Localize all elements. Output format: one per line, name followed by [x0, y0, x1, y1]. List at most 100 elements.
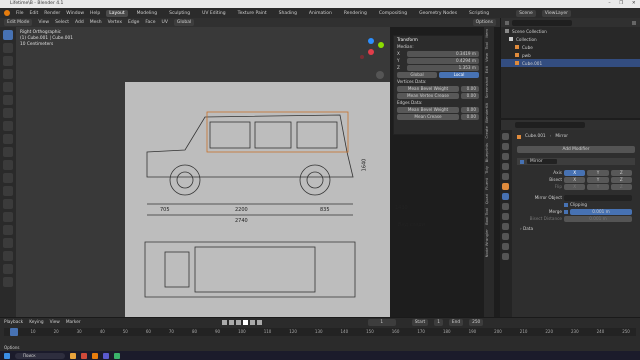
modifier-tab-icon[interactable] [502, 193, 509, 200]
play-reverse-icon[interactable] [235, 320, 241, 325]
header-uv[interactable]: UV [162, 20, 168, 25]
menu-window[interactable]: Window [66, 11, 84, 16]
tab-texture-paint[interactable]: Texture Paint [235, 10, 270, 17]
shrink-fatten-tool-icon[interactable] [3, 251, 13, 261]
taskbar-search-input[interactable]: Поиск [15, 352, 65, 359]
filter-icon[interactable] [632, 20, 636, 25]
constraints-tab-icon[interactable] [502, 223, 509, 230]
mode-selector[interactable]: Edit Mode [4, 19, 33, 26]
flip-z-toggle[interactable]: Z [610, 183, 632, 190]
status-options[interactable]: Options [4, 345, 19, 350]
playhead[interactable] [10, 328, 18, 336]
median-z-field[interactable]: 1.353 m [407, 64, 479, 71]
object-tab-icon[interactable] [502, 183, 509, 190]
inset-tool-icon[interactable] [3, 147, 13, 157]
material-tab-icon[interactable] [502, 243, 509, 250]
outliner-display-mode-icon[interactable] [505, 20, 509, 25]
tab-geometry-nodes[interactable]: Geometry Nodes [416, 10, 460, 17]
options-dropdown[interactable]: Options [472, 19, 496, 26]
windows-start-icon[interactable] [4, 352, 10, 359]
bevel-tool-icon[interactable] [3, 160, 13, 170]
app-icon[interactable] [103, 352, 109, 359]
menu-edit[interactable]: Edit [30, 11, 39, 16]
marker-menu[interactable]: Marker [66, 320, 81, 325]
data-tab-icon[interactable] [502, 233, 509, 240]
sidebar-tab-screenshot[interactable]: Screenshot [484, 75, 489, 100]
sidebar-tab-blenderkit[interactable]: BlenderKit [484, 101, 489, 125]
jump-end-icon[interactable] [256, 320, 262, 325]
sidebar-tab-node-wrangler[interactable]: Node Wrangler [484, 227, 489, 259]
zoom-icon[interactable] [376, 71, 384, 79]
header-add[interactable]: Add [75, 20, 84, 25]
smooth-tool-icon[interactable] [3, 225, 13, 235]
extrude-tool-icon[interactable] [3, 134, 13, 144]
move-tool-icon[interactable] [3, 56, 13, 66]
bisect-x-toggle[interactable]: X [564, 176, 586, 183]
axis-x-toggle[interactable]: X [564, 169, 586, 176]
tab-scripting[interactable]: Scripting [466, 10, 492, 17]
menu-help[interactable]: Help [90, 11, 100, 16]
global-toggle[interactable]: Global [397, 71, 437, 78]
frame-ruler[interactable]: 1 10 20 30 40 50 60 70 80 90 100 110 120… [4, 328, 636, 336]
tab-layout[interactable]: Layout [106, 9, 128, 17]
tool-tab-icon[interactable] [502, 133, 509, 140]
outliner-row-cube[interactable]: Cube [501, 43, 640, 51]
next-keyframe-icon[interactable] [249, 320, 255, 325]
mean-crease-field[interactable]: 0.00 [461, 113, 479, 120]
transform-orientation[interactable]: Global [173, 19, 195, 26]
blender-logo-icon[interactable] [4, 10, 10, 16]
edge-mean-bevel-weight-field[interactable]: 0.00 [461, 106, 479, 113]
sidebar-tab-item[interactable]: Item [484, 27, 489, 40]
sidebar-tab-quad[interactable]: Quad [484, 192, 489, 206]
sidebar-tab-tidy[interactable]: Tidy [484, 164, 489, 176]
modifier-name-field[interactable]: Mirror [527, 159, 557, 164]
header-vertex[interactable]: Vertex [108, 20, 122, 25]
render-tab-icon[interactable] [502, 143, 509, 150]
sidebar-tab-create[interactable]: Create [484, 124, 489, 141]
header-face[interactable]: Face [145, 20, 155, 25]
flip-y-toggle[interactable]: Y [587, 183, 609, 190]
annotate-tool-icon[interactable] [3, 108, 13, 118]
knife-tool-icon[interactable] [3, 186, 13, 196]
playback-menu[interactable]: Playback [4, 320, 23, 325]
world-tab-icon[interactable] [502, 173, 509, 180]
median-x-field[interactable]: 0.3419 m [407, 50, 479, 57]
header-edge[interactable]: Edge [128, 20, 139, 25]
timeline-view-menu[interactable]: View [50, 320, 60, 325]
clipping-checkbox[interactable] [564, 202, 568, 207]
sidebar-tab-bool-tool[interactable]: Bool Tool [484, 206, 489, 227]
end-frame-field[interactable]: 250 [469, 319, 484, 326]
minimize-button[interactable]: – [608, 0, 610, 8]
loop-cut-tool-icon[interactable] [3, 173, 13, 183]
outliner-row-collection[interactable]: Collection [501, 35, 640, 43]
bisect-z-toggle[interactable]: Z [610, 176, 632, 183]
rotate-tool-icon[interactable] [3, 69, 13, 79]
maximize-button[interactable]: ❐ [619, 0, 623, 8]
particles-tab-icon[interactable] [502, 203, 509, 210]
play-icon[interactable] [242, 320, 248, 325]
menu-render[interactable]: Render [44, 11, 60, 16]
physics-tab-icon[interactable] [502, 213, 509, 220]
file-explorer-icon[interactable] [70, 352, 76, 359]
mirror-object-field[interactable] [564, 194, 632, 201]
local-toggle[interactable]: Local [439, 71, 479, 78]
scale-tool-icon[interactable] [3, 82, 13, 92]
outliner-row-pwb[interactable]: pwb [501, 51, 640, 59]
edge-slide-tool-icon[interactable] [3, 238, 13, 248]
cursor-tool-icon[interactable] [3, 43, 13, 53]
scene-tab-icon[interactable] [502, 163, 509, 170]
app-icon[interactable] [114, 352, 120, 359]
tab-shading[interactable]: Shading [276, 10, 300, 17]
sidebar-tab-view[interactable]: View [484, 51, 489, 64]
outliner-row-scene-collection[interactable]: Scene Collection [501, 27, 640, 35]
mean-vertex-crease-field[interactable]: 0.00 [461, 92, 479, 99]
header-select[interactable]: Select [55, 20, 69, 25]
jump-start-icon[interactable] [221, 320, 227, 325]
tab-animation[interactable]: Animation [306, 10, 335, 17]
median-y-field[interactable]: 0.4294 m [407, 57, 479, 64]
navigation-gizmo-icon[interactable] [356, 37, 386, 67]
poly-build-tool-icon[interactable] [3, 199, 13, 209]
measure-tool-icon[interactable] [3, 121, 13, 131]
header-view[interactable]: View [38, 20, 49, 25]
add-modifier-button[interactable]: Add Modifier [517, 146, 635, 153]
